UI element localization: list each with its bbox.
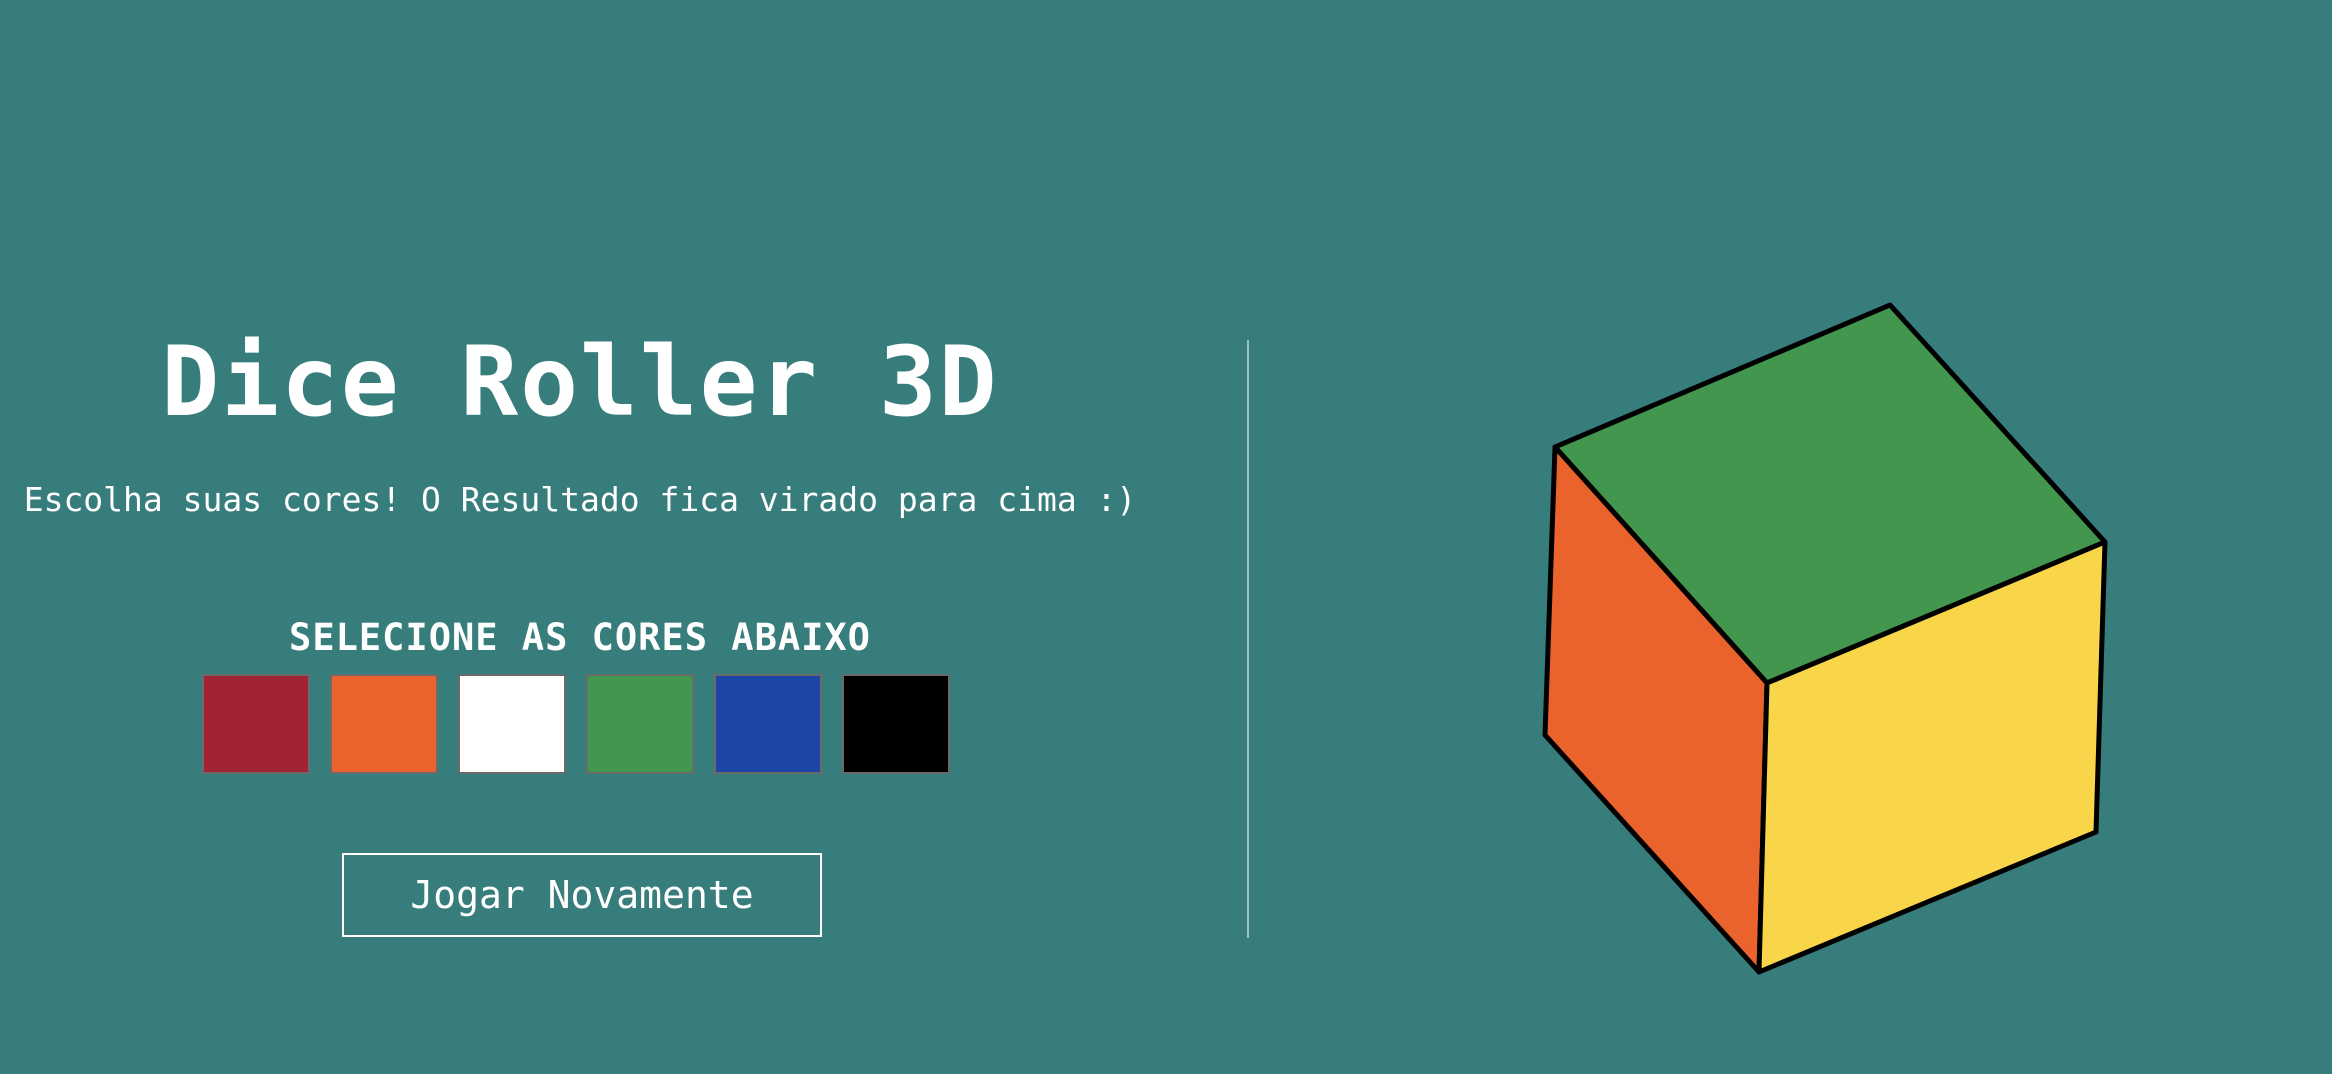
color-swatch-white[interactable] bbox=[458, 674, 566, 774]
color-swatch-green[interactable] bbox=[586, 674, 694, 774]
subtitle: Escolha suas cores! O Resultado fica vir… bbox=[23, 480, 1137, 519]
color-swatches bbox=[202, 674, 950, 774]
play-again-button[interactable]: Jogar Novamente bbox=[342, 853, 822, 937]
color-swatch-black[interactable] bbox=[842, 674, 950, 774]
dice-cube[interactable] bbox=[1520, 290, 2130, 990]
controls-panel: Dice Roller 3D Escolha suas cores! O Res… bbox=[0, 0, 1160, 1074]
color-select-heading: SELECIONE AS CORES ABAIXO bbox=[289, 616, 871, 659]
color-swatch-orange[interactable] bbox=[330, 674, 438, 774]
color-swatch-blue[interactable] bbox=[714, 674, 822, 774]
page-title: Dice Roller 3D bbox=[161, 326, 999, 438]
divider bbox=[1247, 340, 1249, 938]
color-swatch-red[interactable] bbox=[202, 674, 310, 774]
